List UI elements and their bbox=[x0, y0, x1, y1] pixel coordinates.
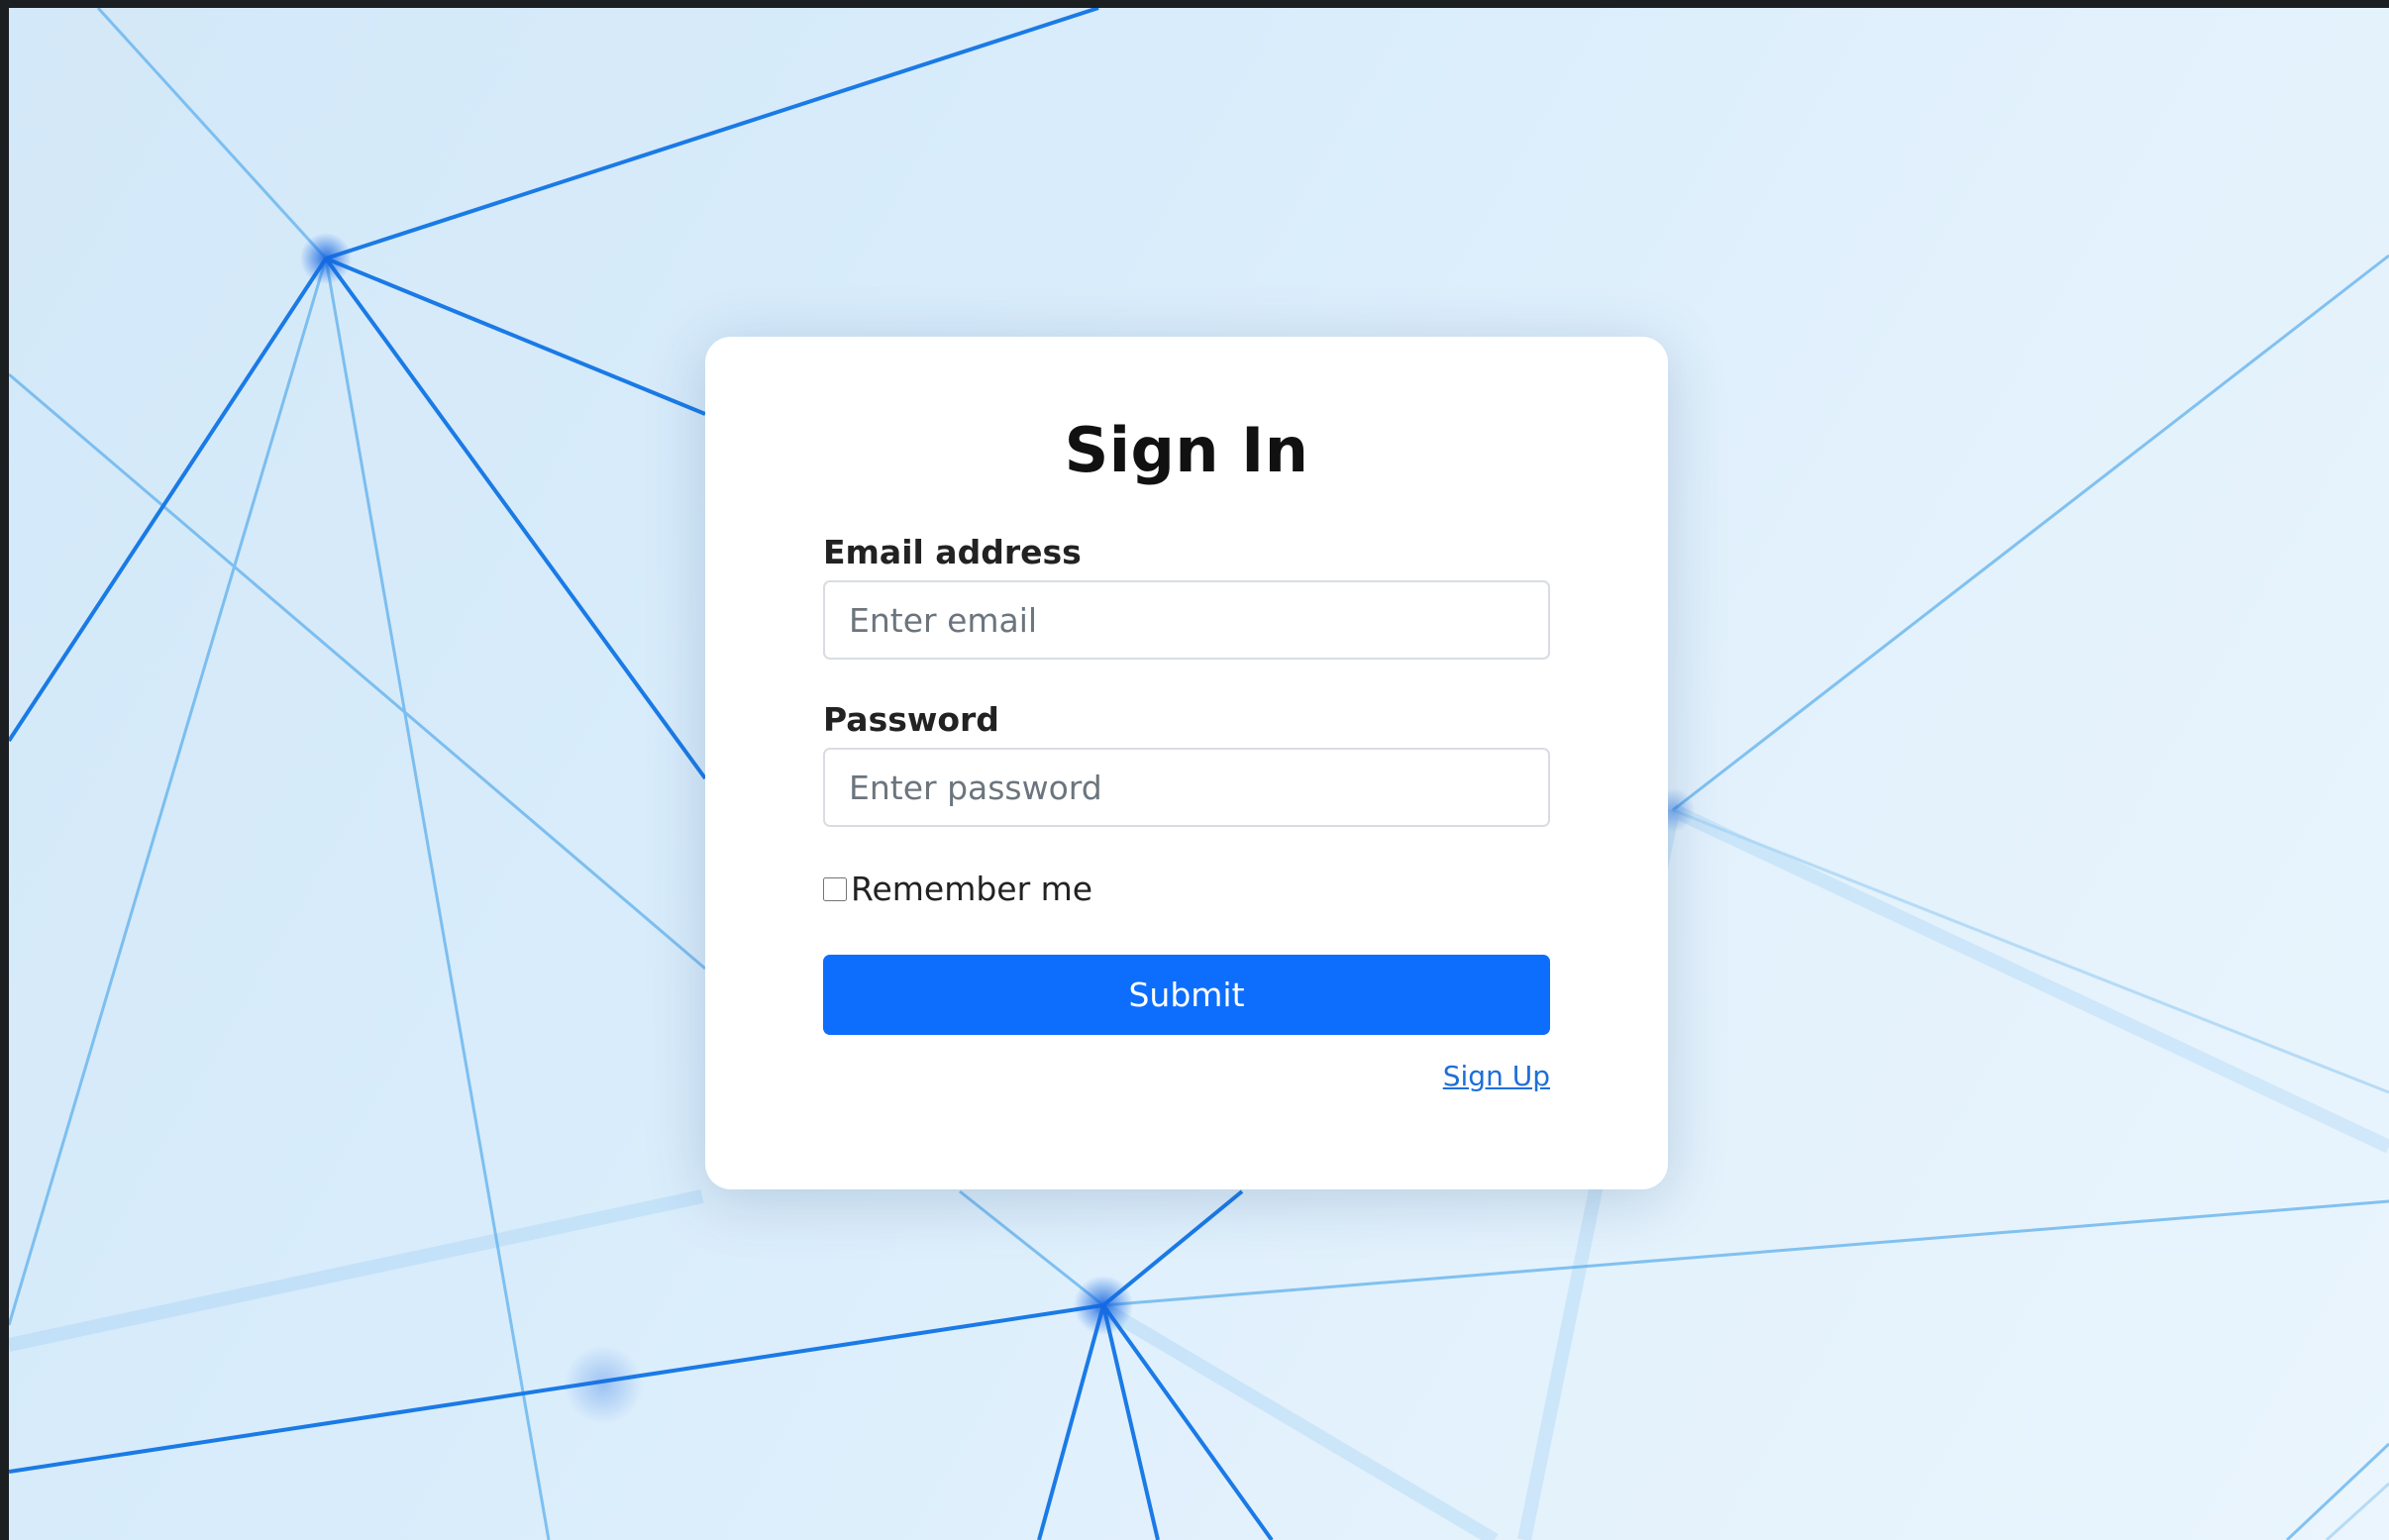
remember-me-label: Remember me bbox=[851, 870, 1093, 908]
sign-in-card: Sign In Email address Password Remember … bbox=[705, 337, 1668, 1189]
email-label: Email address bbox=[823, 533, 1082, 571]
background: Sign In Email address Password Remember … bbox=[9, 8, 2389, 1540]
email-input[interactable] bbox=[823, 580, 1550, 660]
password-input[interactable] bbox=[823, 748, 1550, 827]
sign-up-link[interactable]: Sign Up bbox=[1443, 1060, 1550, 1092]
submit-button[interactable]: Submit bbox=[823, 955, 1550, 1035]
remember-me-checkbox[interactable] bbox=[823, 876, 847, 901]
password-label: Password bbox=[823, 700, 999, 739]
remember-me-row: Remember me bbox=[823, 870, 1092, 908]
page-title: Sign In bbox=[1064, 414, 1309, 486]
